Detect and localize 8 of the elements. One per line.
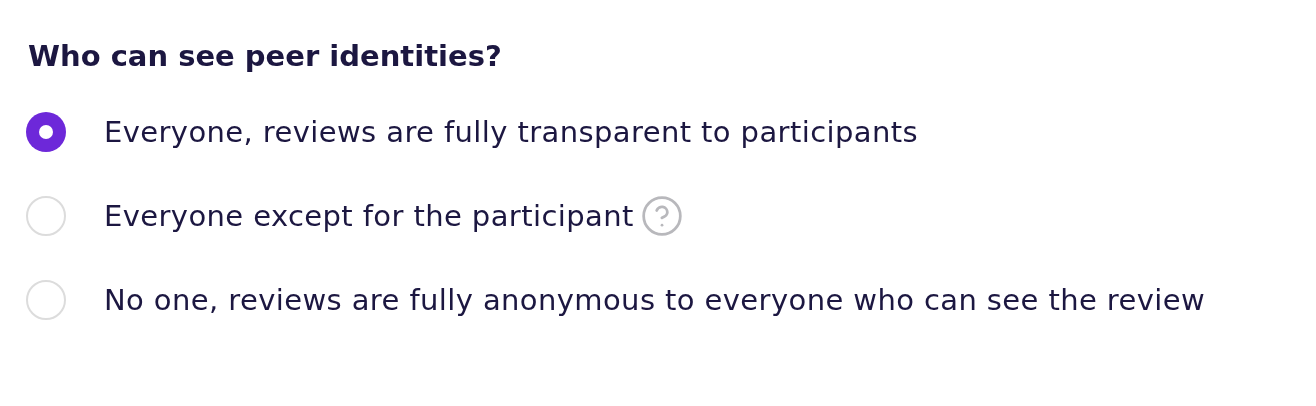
help-icon[interactable]	[639, 194, 684, 238]
question-heading: Who can see peer identities?	[28, 38, 503, 75]
radio-button[interactable]	[26, 280, 66, 320]
option-label: No one, reviews are fully anonymous to everyone who can see the review	[104, 282, 1206, 319]
option-label: Everyone except for the participant	[104, 198, 634, 235]
radio-button[interactable]	[26, 196, 66, 236]
radio-button[interactable]	[26, 112, 66, 152]
option-label: Everyone, reviews are fully transparent to participants	[104, 114, 918, 151]
